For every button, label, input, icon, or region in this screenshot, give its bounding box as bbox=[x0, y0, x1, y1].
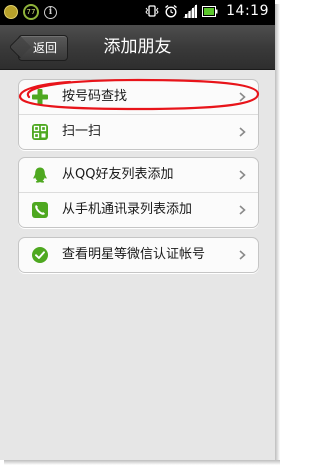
chevron-right-icon bbox=[239, 205, 246, 215]
status-bar-right: 14:19 bbox=[145, 3, 269, 19]
official-accounts-group: 查看明星等微信认证帐号 bbox=[18, 237, 259, 273]
list-item-label: 查看明星等微信认证帐号 bbox=[62, 247, 206, 262]
list-item-add-from-phone-contacts[interactable]: 从手机通讯录列表添加 bbox=[19, 192, 258, 227]
frame-shadow-right bbox=[275, 4, 280, 464]
qr-scan-icon bbox=[32, 124, 48, 140]
phone-screen: 77 i 14:19 返回 添加朋友 按号码查找 扫一扫 从QQ好友列表添加 从… bbox=[0, 0, 275, 460]
app-icon bbox=[4, 5, 18, 19]
list-item-verified-accounts[interactable]: 查看明星等微信认证帐号 bbox=[19, 238, 258, 272]
verified-check-icon bbox=[32, 247, 48, 263]
alarm-icon bbox=[165, 4, 178, 18]
info-icon: i bbox=[44, 5, 57, 19]
notification-badge-icon: 77 bbox=[23, 4, 39, 20]
title-bar: 返回 添加朋友 bbox=[0, 25, 275, 70]
clock: 14:19 bbox=[226, 3, 269, 19]
back-button[interactable]: 返回 bbox=[18, 35, 68, 61]
chevron-right-icon bbox=[239, 170, 246, 180]
list-item-label: 从手机通讯录列表添加 bbox=[62, 202, 193, 217]
list-item-search-by-number[interactable]: 按号码查找 bbox=[19, 80, 258, 114]
chevron-right-icon bbox=[239, 250, 246, 260]
qq-penguin-icon bbox=[33, 167, 47, 183]
vibrate-icon bbox=[145, 5, 159, 17]
battery-icon bbox=[202, 5, 218, 17]
list-item-add-from-qq[interactable]: 从QQ好友列表添加 bbox=[19, 158, 258, 192]
phone-contacts-icon bbox=[32, 202, 48, 218]
search-options-group: 按号码查找 扫一扫 bbox=[18, 79, 259, 150]
list-item-label: 从QQ好友列表添加 bbox=[62, 167, 174, 182]
back-button-label: 返回 bbox=[32, 41, 57, 55]
list-item-scan[interactable]: 扫一扫 bbox=[19, 114, 258, 149]
status-bar: 77 i 14:19 bbox=[0, 0, 275, 25]
plus-icon bbox=[32, 89, 48, 105]
list-item-label: 按号码查找 bbox=[62, 89, 128, 104]
status-bar-left: 77 i bbox=[4, 4, 57, 20]
list-item-label: 扫一扫 bbox=[62, 124, 102, 139]
frame-shadow-bottom bbox=[4, 460, 280, 465]
screenshot-frame: 77 i 14:19 返回 添加朋友 按号码查找 扫一扫 从QQ好友列表添加 从… bbox=[0, 0, 280, 465]
chevron-right-icon bbox=[239, 92, 246, 102]
signal-icon bbox=[183, 4, 198, 18]
chevron-right-icon bbox=[239, 127, 246, 137]
import-contacts-group: 从QQ好友列表添加 从手机通讯录列表添加 bbox=[18, 157, 259, 228]
